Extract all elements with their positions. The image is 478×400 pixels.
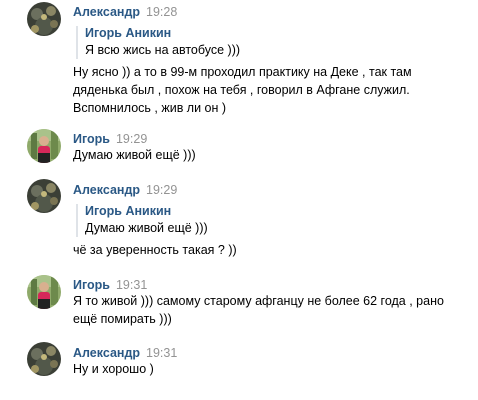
author-name[interactable]: Александр [73,5,140,19]
message-time[interactable]: 19:29 [146,183,177,197]
avatar[interactable] [27,2,61,36]
quoted-message[interactable]: Игорь Аникин Думаю живой ещё ))) [76,204,208,237]
author-name[interactable]: Александр [73,183,140,197]
message-text: Я то живой ))) самому старому афганцу не… [73,294,444,326]
quote-text: Я всю жись на автобусе ))) [85,43,241,57]
message-header: Александр 19:31 [73,346,177,360]
message-time[interactable]: 19:31 [146,346,177,360]
quote-author[interactable]: Игорь Аникин [85,26,240,40]
quoted-message[interactable]: Игорь Аникин Я всю жись на автобусе ))) [76,26,240,59]
message-time[interactable]: 19:28 [146,5,177,19]
author-name[interactable]: Александр [73,346,140,360]
message-text: Думаю живой ещё ))) [73,148,196,162]
message-text: Ну и хорошо ) [73,362,154,376]
message-time[interactable]: 19:31 [116,278,147,292]
avatar[interactable] [27,342,61,376]
quote-author[interactable]: Игорь Аникин [85,204,208,218]
message-text: чё за уверенность такая ? )) [73,243,237,257]
message-header: Игорь 19:31 [73,278,147,292]
message-header: Александр 19:28 [73,5,177,19]
quote-text: Думаю живой ещё ))) [85,221,208,235]
message-header: Игорь 19:29 [73,132,147,146]
message-text: Ну ясно )) а то в 99-м проходил практику… [73,65,412,115]
author-name[interactable]: Игорь [73,132,110,146]
avatar[interactable] [27,129,61,163]
avatar[interactable] [27,275,61,309]
message-time[interactable]: 19:29 [116,132,147,146]
message-header: Александр 19:29 [73,183,177,197]
avatar[interactable] [27,179,61,213]
author-name[interactable]: Игорь [73,278,110,292]
